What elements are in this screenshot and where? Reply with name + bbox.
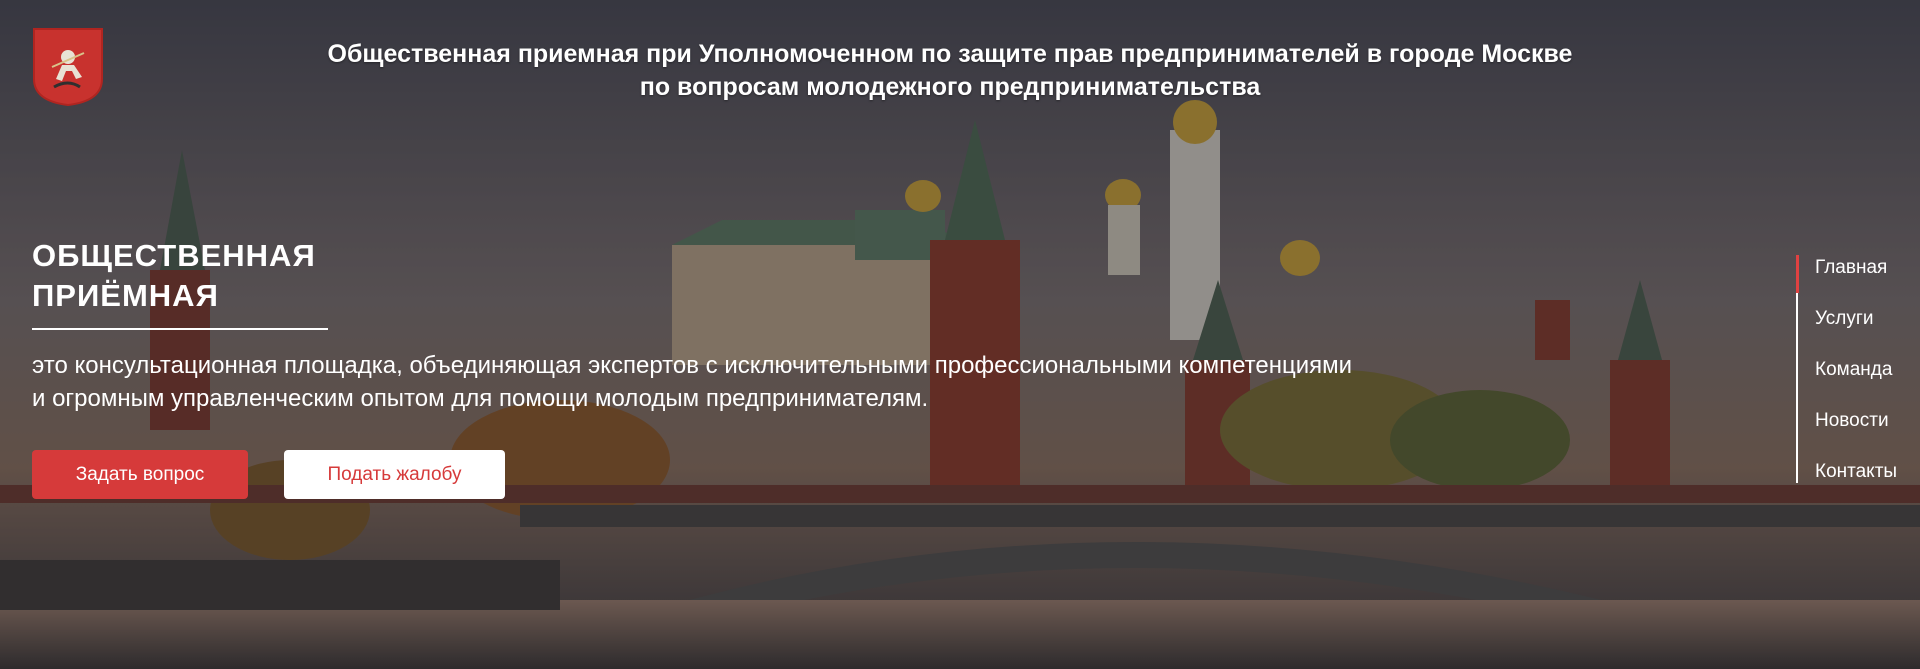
nav-item-home[interactable]: Главная [1796, 255, 1920, 306]
nav-item-news[interactable]: Новости [1796, 408, 1920, 459]
moscow-coat-of-arms-icon[interactable] [32, 27, 104, 107]
nav-item-services[interactable]: Услуги [1796, 306, 1920, 357]
page-title-line2: по вопросам молодежного предпринимательс… [639, 73, 1261, 101]
nav-item-team[interactable]: Команда [1796, 357, 1920, 408]
page-title: Общественная приемная при Уполномоченном… [220, 38, 1680, 104]
hero-heading: ОБЩЕСТВЕННАЯ ПРИЁМНАЯ [32, 236, 362, 316]
hero-description-line1: это консультационная площадка, объединяю… [32, 352, 1353, 379]
heading-underline [32, 328, 328, 330]
hero-heading-line2: ПРИЁМНАЯ [32, 278, 219, 313]
nav-item-contacts[interactable]: Контакты [1796, 459, 1920, 510]
side-navigation: Главная Услуги Команда Новости Контакты [1796, 255, 1920, 510]
page-title-line1: Общественная приемная при Уполномоченном… [327, 40, 1573, 68]
hero-heading-line1: ОБЩЕСТВЕННАЯ [32, 238, 316, 273]
hero-description: это консультационная площадка, объединяю… [32, 349, 1672, 415]
submit-complaint-button[interactable]: Подать жалобу [284, 450, 505, 499]
nav-active-indicator [1796, 255, 1799, 293]
ask-question-button[interactable]: Задать вопрос [32, 450, 248, 499]
hero-description-line2: и огромным управленческим опытом для пом… [32, 385, 929, 412]
